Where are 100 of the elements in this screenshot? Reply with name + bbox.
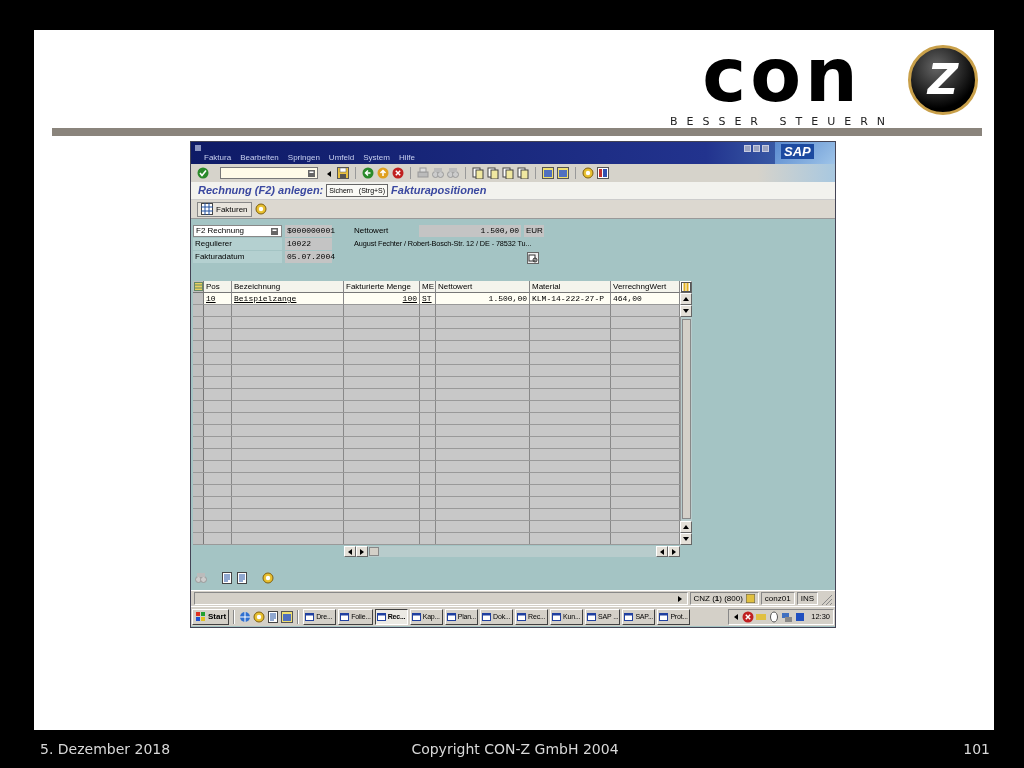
- menu-item[interactable]: Bearbeiten: [240, 152, 279, 163]
- menu-item[interactable]: Springen: [287, 152, 320, 163]
- window-icon: [482, 611, 492, 622]
- table-cell: 1.500,00: [436, 293, 530, 305]
- first-page-icon[interactable]: [472, 167, 484, 179]
- resize-grip-icon[interactable]: [820, 592, 832, 605]
- scroll-up-button[interactable]: [680, 293, 692, 305]
- column-header[interactable]: Fakturierte Menge: [344, 281, 420, 293]
- window-icon: [624, 611, 634, 622]
- left-triangle-icon[interactable]: [660, 548, 664, 555]
- last-page-icon[interactable]: [517, 167, 529, 179]
- session-icon[interactable]: [745, 594, 755, 603]
- toolbar-button[interactable]: Fakturen: [197, 201, 252, 217]
- window-icon: [659, 611, 669, 622]
- network-icon[interactable]: [781, 610, 794, 623]
- next-page-icon[interactable]: [502, 167, 514, 179]
- window-icon: [305, 611, 315, 622]
- ring-icon[interactable]: [254, 203, 267, 215]
- windows-flag-icon[interactable]: [195, 611, 206, 622]
- logo-emblem: Z: [908, 45, 978, 115]
- save-icon[interactable]: [337, 167, 349, 179]
- input-mode: INS: [796, 592, 818, 605]
- column-header[interactable]: Material: [530, 281, 611, 293]
- table-cell: 464,00: [611, 293, 680, 305]
- scroll-left-button[interactable]: [344, 546, 356, 557]
- scroll-up-button[interactable]: [680, 521, 692, 533]
- dropdown-icon[interactable]: [270, 226, 279, 236]
- mouse-icon[interactable]: [768, 610, 781, 623]
- previous-page-icon[interactable]: [487, 167, 499, 179]
- layout-icon[interactable]: [597, 167, 609, 179]
- scroll-left-button[interactable]: [656, 546, 668, 557]
- ring-icon[interactable]: [262, 572, 274, 584]
- column-header[interactable]: Nettowert: [436, 281, 530, 293]
- column-header[interactable]: ME: [420, 281, 436, 293]
- right-triangle-icon[interactable]: [360, 548, 364, 555]
- window-icon[interactable]: [281, 610, 294, 623]
- detail-icon[interactable]: [527, 252, 539, 264]
- window-icon: [552, 611, 562, 622]
- field-value: 10022: [285, 238, 332, 250]
- menu-item[interactable]: System: [363, 152, 390, 163]
- command-field[interactable]: [220, 167, 318, 179]
- scrollbar-thumb[interactable]: [369, 547, 379, 556]
- screen-title: Fakturapositionen: [391, 184, 487, 197]
- left-triangle-icon[interactable]: [348, 548, 352, 555]
- cancel-icon[interactable]: [392, 167, 404, 179]
- new-window-icon[interactable]: [542, 167, 554, 179]
- globe-icon[interactable]: [239, 610, 252, 623]
- scroll-down-button[interactable]: [680, 305, 692, 317]
- up-triangle-icon[interactable]: [683, 525, 689, 529]
- menu-item[interactable]: Umfeld: [328, 152, 355, 163]
- shortcut-icon[interactable]: [557, 167, 569, 179]
- right-triangle-icon[interactable]: [672, 548, 676, 555]
- copyright-text: Copyright CON-Z GmbH 2004: [410, 740, 620, 757]
- page-number: 101: [962, 740, 990, 757]
- up-triangle-icon[interactable]: [683, 297, 689, 301]
- menu-item[interactable]: Hilfe: [398, 152, 415, 163]
- ring-icon[interactable]: [253, 610, 266, 623]
- table-cell: KLM-14-222-27-P: [530, 293, 611, 305]
- field-label: Nettowert: [353, 225, 390, 237]
- window-icon: [376, 611, 386, 622]
- column-settings-button[interactable]: [680, 281, 692, 293]
- sap-logo: SAP: [781, 144, 814, 159]
- check-icon[interactable]: [197, 167, 209, 179]
- down-triangle-icon[interactable]: [683, 309, 689, 313]
- field-label: Fakturadatum: [193, 251, 282, 263]
- dropdown-icon[interactable]: [307, 168, 316, 178]
- scroll-right-button[interactable]: [356, 546, 368, 557]
- table-cell[interactable]: Beispielzange: [232, 293, 344, 305]
- column-header[interactable]: Pos: [204, 281, 232, 293]
- column-header[interactable]: Bezeichnung: [232, 281, 344, 293]
- window-icon: [411, 611, 421, 622]
- column-header[interactable]: VerrechngWert: [611, 281, 680, 293]
- print-icon: [417, 167, 429, 179]
- grid-icon[interactable]: [201, 203, 213, 215]
- find-icon: [432, 167, 444, 179]
- window-icon: [340, 611, 350, 622]
- billing-type-field[interactable]: F2 Rechnung: [193, 225, 282, 237]
- select-all-icon[interactable]: [194, 282, 203, 291]
- system-info: CNZ (1) (800): [693, 593, 743, 604]
- find-next-icon: [447, 167, 459, 179]
- tray-icon[interactable]: [794, 610, 807, 623]
- cancel-icon[interactable]: [742, 610, 755, 623]
- window-icon: [517, 611, 527, 622]
- page-icon[interactable]: [236, 572, 248, 584]
- scroll-down-button[interactable]: [680, 533, 692, 545]
- field-label: Regulierer: [193, 238, 282, 250]
- table-cell[interactable]: 10: [204, 293, 232, 305]
- scroll-right-button[interactable]: [668, 546, 680, 557]
- logo-wordmark: con: [702, 38, 862, 112]
- list-icon[interactable]: [221, 572, 233, 584]
- down-triangle-icon[interactable]: [683, 537, 689, 541]
- user-name: conz01: [760, 592, 795, 605]
- document-icon[interactable]: [267, 610, 280, 623]
- back-icon[interactable]: [362, 167, 374, 179]
- back-arrow-icon[interactable]: [325, 168, 334, 178]
- table-cell[interactable]: ST: [420, 293, 436, 305]
- menu-item[interactable]: Faktura: [204, 152, 232, 163]
- table-cell[interactable]: 100: [344, 293, 420, 305]
- start-button[interactable]: Start: [192, 608, 230, 625]
- ring-icon[interactable]: [582, 167, 594, 179]
